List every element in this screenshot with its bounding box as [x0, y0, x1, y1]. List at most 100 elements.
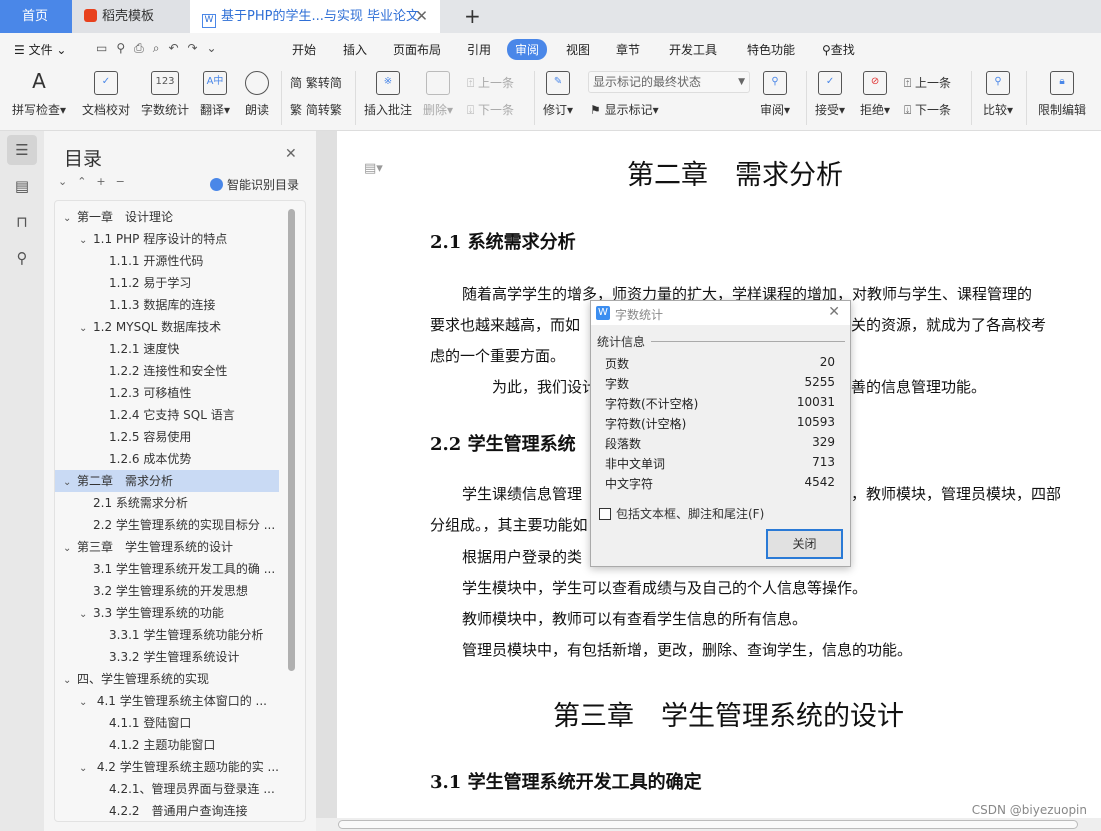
- word-count-button[interactable]: 123 字数统计: [141, 71, 189, 118]
- menu-insert[interactable]: 插入: [343, 41, 367, 58]
- document-gutter: [316, 131, 337, 831]
- toc-item[interactable]: ⌄ 第一章 设计理论: [63, 206, 279, 228]
- stat-value: 713: [812, 455, 835, 469]
- chevron-down-icon[interactable]: ⌄: [63, 538, 77, 558]
- prev-comment-button[interactable]: ⍐ 上一条: [467, 74, 514, 91]
- checkbox-box[interactable]: [599, 508, 611, 520]
- show-markup-button[interactable]: ⚑ 显示标记▾: [590, 101, 659, 118]
- new-tab-button[interactable]: +: [452, 0, 481, 33]
- menu-layout[interactable]: 页面布局: [393, 41, 441, 58]
- search-button[interactable]: ⚲查找: [822, 41, 855, 58]
- next-comment-button[interactable]: ⍗ 下一条: [467, 101, 514, 118]
- toc-item[interactable]: ⌄ 四、学生管理系统的实现: [63, 668, 279, 690]
- label: 智能识别目录: [227, 178, 300, 192]
- toc-list: ⌄ 第一章 设计理论 ⌄ 1.1 PHP 程序设计的特点 1.1.1 开源性代码 1.1.…: [54, 200, 306, 822]
- review-pane-button[interactable]: ⚲ 审阅▾: [760, 71, 790, 118]
- spell-check-button[interactable]: A 拼写检查▾: [12, 71, 66, 118]
- chevron-down-icon[interactable]: ⌄: [79, 604, 93, 624]
- wps-icon: W: [596, 306, 610, 320]
- insert-comment-button[interactable]: ※ 插入批注: [364, 71, 412, 118]
- label: 文档校对: [82, 103, 131, 117]
- toc-item[interactable]: 3.1 学生管理系统开发工具的确 ...: [93, 558, 279, 580]
- toc-item[interactable]: ⌄ 3.3 学生管理系统的功能: [79, 602, 279, 624]
- toc-item[interactable]: ⌄ 第三章 学生管理系统的设计: [63, 536, 279, 558]
- reject-button[interactable]: ⊘ 拒绝▾: [860, 71, 890, 118]
- chevron-down-icon[interactable]: ⌄: [79, 758, 93, 778]
- close-button[interactable]: 关闭: [766, 529, 843, 559]
- smart-toc-button[interactable]: 智能识别目录: [210, 176, 299, 193]
- close-tab-icon[interactable]: ✕: [415, 0, 428, 33]
- toc-scrollbar[interactable]: [288, 209, 295, 671]
- restrict-editing-button[interactable]: 🔒︎ 限制编辑: [1038, 71, 1086, 118]
- tab-document[interactable]: W 基于PHP的学生...与实现 毕业论文 ✕: [190, 0, 440, 33]
- close-icon[interactable]: ✕: [828, 304, 840, 320]
- chevron-down-icon[interactable]: ⌄: [63, 472, 77, 492]
- label: 删除: [423, 103, 448, 117]
- track-changes-button[interactable]: ✎ 修订▾: [543, 71, 573, 118]
- toc-expand-collapse-buttons[interactable]: ⌄⌃+−: [58, 175, 135, 188]
- chevron-down-icon[interactable]: ⌄: [79, 230, 93, 250]
- translate-button[interactable]: A中 翻译▾: [200, 71, 230, 118]
- section-heading: 2.1 系统需求分析: [430, 232, 576, 253]
- toc-item[interactable]: 3.3.1 学生管理系统功能分析: [109, 624, 279, 646]
- toc-item[interactable]: ⌄ 1.1 PHP 程序设计的特点: [79, 228, 279, 250]
- chevron-down-icon[interactable]: ⌄: [79, 318, 93, 338]
- trad-to-simp-button[interactable]: 简 繁转简: [290, 74, 342, 91]
- tab-docer[interactable]: 稻壳模板: [72, 0, 190, 33]
- chevron-down-icon[interactable]: ⌄: [79, 692, 93, 712]
- toc-item[interactable]: 4.1.1 登陆窗口: [109, 712, 279, 734]
- toc-item[interactable]: ⌄ 4.2 学生管理系统主题功能的实 ...: [79, 756, 279, 778]
- page-options-icon[interactable]: ▤▾: [364, 161, 383, 176]
- markup-state-dropdown[interactable]: 显示标记的最终状态 ▼: [588, 71, 750, 93]
- toc-item[interactable]: ⌄ 4.1 学生管理系统主体窗口的 ...: [79, 690, 279, 712]
- simp-to-trad-button[interactable]: 繁 简转繁: [290, 101, 342, 118]
- toc-item[interactable]: 1.1.1 开源性代码: [109, 250, 279, 272]
- chevron-down-icon[interactable]: ⌄: [63, 208, 77, 228]
- toc-item[interactable]: 4.2.2 普通用户查询连接: [109, 800, 279, 821]
- toc-item[interactable]: 1.1.2 易于学习: [109, 272, 279, 294]
- accept-button[interactable]: ✓ 接受▾: [815, 71, 845, 118]
- microphone-icon: [245, 71, 269, 95]
- prev-change-button[interactable]: ⍐ 上一条: [904, 74, 951, 91]
- toc-item[interactable]: ⌄ 第二章 需求分析: [55, 470, 279, 492]
- proofread-button[interactable]: ✓ 文档校对: [82, 71, 130, 118]
- menu-start[interactable]: 开始: [292, 41, 316, 58]
- tab-home[interactable]: 首页: [0, 0, 72, 33]
- find-icon[interactable]: ⚲: [7, 243, 37, 273]
- menu-features[interactable]: 特色功能: [747, 41, 795, 58]
- toc-item[interactable]: 1.1.3 数据库的连接: [109, 294, 279, 316]
- toc-item[interactable]: 3.3.2 学生管理系统设计: [109, 646, 279, 668]
- toc-item[interactable]: 1.2.2 连接性和安全性: [109, 360, 279, 382]
- next-change-button[interactable]: ⍗ 下一条: [904, 101, 951, 118]
- menu-devtools[interactable]: 开发工具: [669, 41, 717, 58]
- menu-review[interactable]: 审阅: [507, 39, 548, 60]
- toc-item[interactable]: 1.2.5 容易使用: [109, 426, 279, 448]
- toc-icon[interactable]: ☰: [7, 135, 37, 165]
- toc-item[interactable]: 1.2.6 成本优势: [109, 448, 279, 470]
- toc-item[interactable]: 3.2 学生管理系统的开发思想: [93, 580, 279, 602]
- file-menu[interactable]: ☰ 文件 ⌄: [14, 41, 66, 58]
- outline-icon[interactable]: ▤: [7, 171, 37, 201]
- chevron-down-icon[interactable]: ⌄: [63, 670, 77, 690]
- quick-access-icons[interactable]: ▭⚲⎙⌕↶↷⌄: [96, 41, 226, 56]
- horizontal-scrollbar[interactable]: [316, 818, 1101, 831]
- toc-item[interactable]: 1.2.1 速度快: [109, 338, 279, 360]
- toc-item[interactable]: 1.2.4 它支持 SQL 语言: [109, 404, 279, 426]
- menu-reference[interactable]: 引用: [467, 41, 491, 58]
- toc-item[interactable]: 1.2.3 可移植性: [109, 382, 279, 404]
- menu-view[interactable]: 视图: [566, 41, 590, 58]
- toc-item[interactable]: 4.1.2 主题功能窗口: [109, 734, 279, 756]
- close-icon[interactable]: ✕: [285, 146, 297, 162]
- toc-item[interactable]: ⌄ 1.2 MYSQL 数据库技术: [79, 316, 279, 338]
- toc-item[interactable]: 2.2 学生管理系统的实现目标分 ...: [93, 514, 279, 536]
- bookmark-icon[interactable]: ⊓: [7, 207, 37, 237]
- label: 显示标记: [604, 103, 653, 117]
- toc-item[interactable]: 4.2.1、管理员界面与登录连 ...: [109, 778, 279, 800]
- compare-button[interactable]: ⚲ 比较▾: [983, 71, 1013, 118]
- paragraph-line: 为此，我们设计: [492, 378, 598, 396]
- include-footnotes-checkbox[interactable]: 包括文本框、脚注和尾注(F): [599, 505, 764, 522]
- menu-chapter[interactable]: 章节: [616, 41, 640, 58]
- read-aloud-button[interactable]: 朗读: [245, 71, 269, 118]
- toc-item[interactable]: 2.1 系统需求分析: [93, 492, 279, 514]
- delete-comment-button[interactable]: 删除▾: [423, 71, 453, 118]
